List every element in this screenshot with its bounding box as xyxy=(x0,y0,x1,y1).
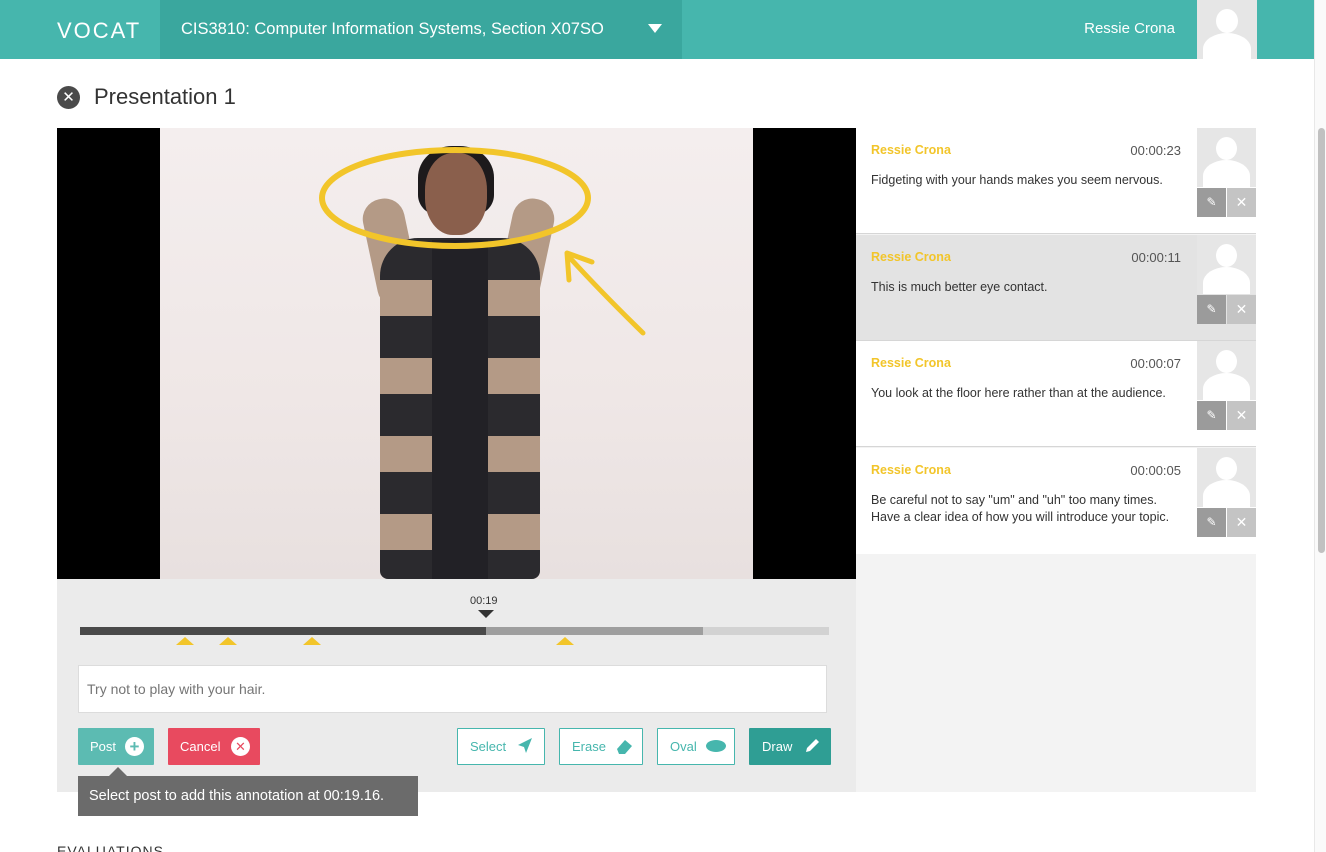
annotation-author[interactable]: Ressie Crona xyxy=(871,356,951,370)
author-avatar xyxy=(1197,448,1256,507)
annotation-text: This is much better eye contact. xyxy=(871,280,1048,294)
video-player[interactable] xyxy=(57,128,856,579)
select-tool-button[interactable]: Select xyxy=(457,728,545,765)
annotation-text: Be careful not to say "um" and "uh" too … xyxy=(871,493,1170,524)
annotation-marker[interactable] xyxy=(176,637,195,645)
cancel-button[interactable]: Cancel ✕ xyxy=(168,728,260,765)
cancel-label: Cancel xyxy=(180,739,221,754)
annotation-time[interactable]: 00:00:07 xyxy=(1130,356,1181,371)
avatar-torso-shape xyxy=(1203,160,1250,187)
tooltip-arrow xyxy=(109,767,127,776)
edit-pencil-icon[interactable]: ✎ xyxy=(1197,188,1226,217)
user-name[interactable]: Ressie Crona xyxy=(1084,20,1175,37)
annotation-item[interactable]: Ressie Crona 00:00:05 Be careful not to … xyxy=(856,448,1256,554)
draw-tool-button[interactable]: Draw xyxy=(749,728,831,765)
evaluations-heading: EVALUATIONS xyxy=(57,843,164,852)
vocat-logo[interactable]: VOCAT xyxy=(57,18,141,44)
annotation-time[interactable]: 00:00:23 xyxy=(1130,143,1181,158)
delete-x-icon[interactable]: ✕ xyxy=(1227,401,1256,430)
arrow-annotation xyxy=(567,255,646,336)
top-nav-bar: VOCAT CIS3810: Computer Information Syst… xyxy=(0,0,1314,59)
erase-tool-button[interactable]: Erase xyxy=(559,728,643,765)
edit-pencil-icon[interactable]: ✎ xyxy=(1197,295,1226,324)
oval-label: Oval xyxy=(670,739,697,754)
annotation-item[interactable]: Ressie Crona 00:00:07 You look at the fl… xyxy=(856,341,1256,447)
post-button[interactable]: Post + xyxy=(78,728,154,765)
page-scrollbar-thumb[interactable] xyxy=(1318,128,1325,553)
annotation-author[interactable]: Ressie Crona xyxy=(871,143,951,157)
close-icon: ✕ xyxy=(231,737,250,756)
avatar-torso-shape xyxy=(1203,373,1250,400)
post-tooltip: Select post to add this annotation at 00… xyxy=(78,776,418,816)
oval-tool-button[interactable]: Oval xyxy=(657,728,735,765)
select-label: Select xyxy=(470,739,507,754)
annotation-marker[interactable] xyxy=(303,637,322,645)
author-avatar xyxy=(1197,128,1256,187)
plus-icon: + xyxy=(125,737,144,756)
timeline-played xyxy=(80,627,486,635)
annotation-time[interactable]: 00:00:11 xyxy=(1131,250,1181,265)
annotation-marker[interactable] xyxy=(218,637,237,645)
annotation-input[interactable] xyxy=(78,665,827,713)
user-avatar[interactable] xyxy=(1197,0,1257,59)
delete-x-icon[interactable]: ✕ xyxy=(1227,188,1256,217)
erase-label: Erase xyxy=(572,739,606,754)
annotation-author[interactable]: Ressie Crona xyxy=(871,250,951,264)
course-selector[interactable]: CIS3810: Computer Information Systems, S… xyxy=(160,0,682,59)
close-icon[interactable]: ✕ xyxy=(57,86,80,109)
drawing-annotation-layer[interactable] xyxy=(57,128,856,579)
annotation-item[interactable]: Ressie Crona 00:00:11 This is much bette… xyxy=(856,235,1256,341)
current-time-label: 00:19 xyxy=(470,595,498,607)
cursor-icon xyxy=(518,738,532,753)
avatar-head-shape xyxy=(1216,457,1237,480)
course-name: CIS3810: Computer Information Systems, S… xyxy=(181,20,604,38)
eraser-icon xyxy=(617,740,632,754)
avatar-torso-shape xyxy=(1203,480,1250,507)
oval-icon xyxy=(706,740,726,752)
avatar-head-shape xyxy=(1216,137,1237,160)
annotation-item[interactable]: Ressie Crona 00:00:23 Fidgeting with you… xyxy=(856,128,1256,234)
annotation-author[interactable]: Ressie Crona xyxy=(871,463,951,477)
page-title: Presentation 1 xyxy=(94,84,236,109)
delete-x-icon[interactable]: ✕ xyxy=(1227,508,1256,537)
annotation-time[interactable]: 00:00:05 xyxy=(1130,463,1181,478)
avatar-head-shape xyxy=(1216,9,1238,33)
post-label: Post xyxy=(90,739,117,754)
avatar-head-shape xyxy=(1216,244,1237,267)
timeline-track[interactable] xyxy=(80,627,829,635)
annotation-marker[interactable] xyxy=(556,637,575,645)
avatar-torso-shape xyxy=(1203,33,1251,59)
pencil-icon xyxy=(806,739,819,752)
draw-label: Draw xyxy=(762,739,793,754)
playhead-icon[interactable] xyxy=(478,610,494,618)
oval-annotation xyxy=(319,147,591,249)
annotation-text: You look at the floor here rather than a… xyxy=(871,386,1166,400)
chevron-down-icon xyxy=(648,24,662,33)
avatar-head-shape xyxy=(1216,350,1237,373)
author-avatar xyxy=(1197,235,1256,294)
author-avatar xyxy=(1197,341,1256,400)
delete-x-icon[interactable]: ✕ xyxy=(1227,295,1256,324)
avatar-torso-shape xyxy=(1203,267,1250,294)
annotation-text: Fidgeting with your hands makes you seem… xyxy=(871,173,1163,187)
edit-pencil-icon[interactable]: ✎ xyxy=(1197,401,1226,430)
edit-pencil-icon[interactable]: ✎ xyxy=(1197,508,1226,537)
